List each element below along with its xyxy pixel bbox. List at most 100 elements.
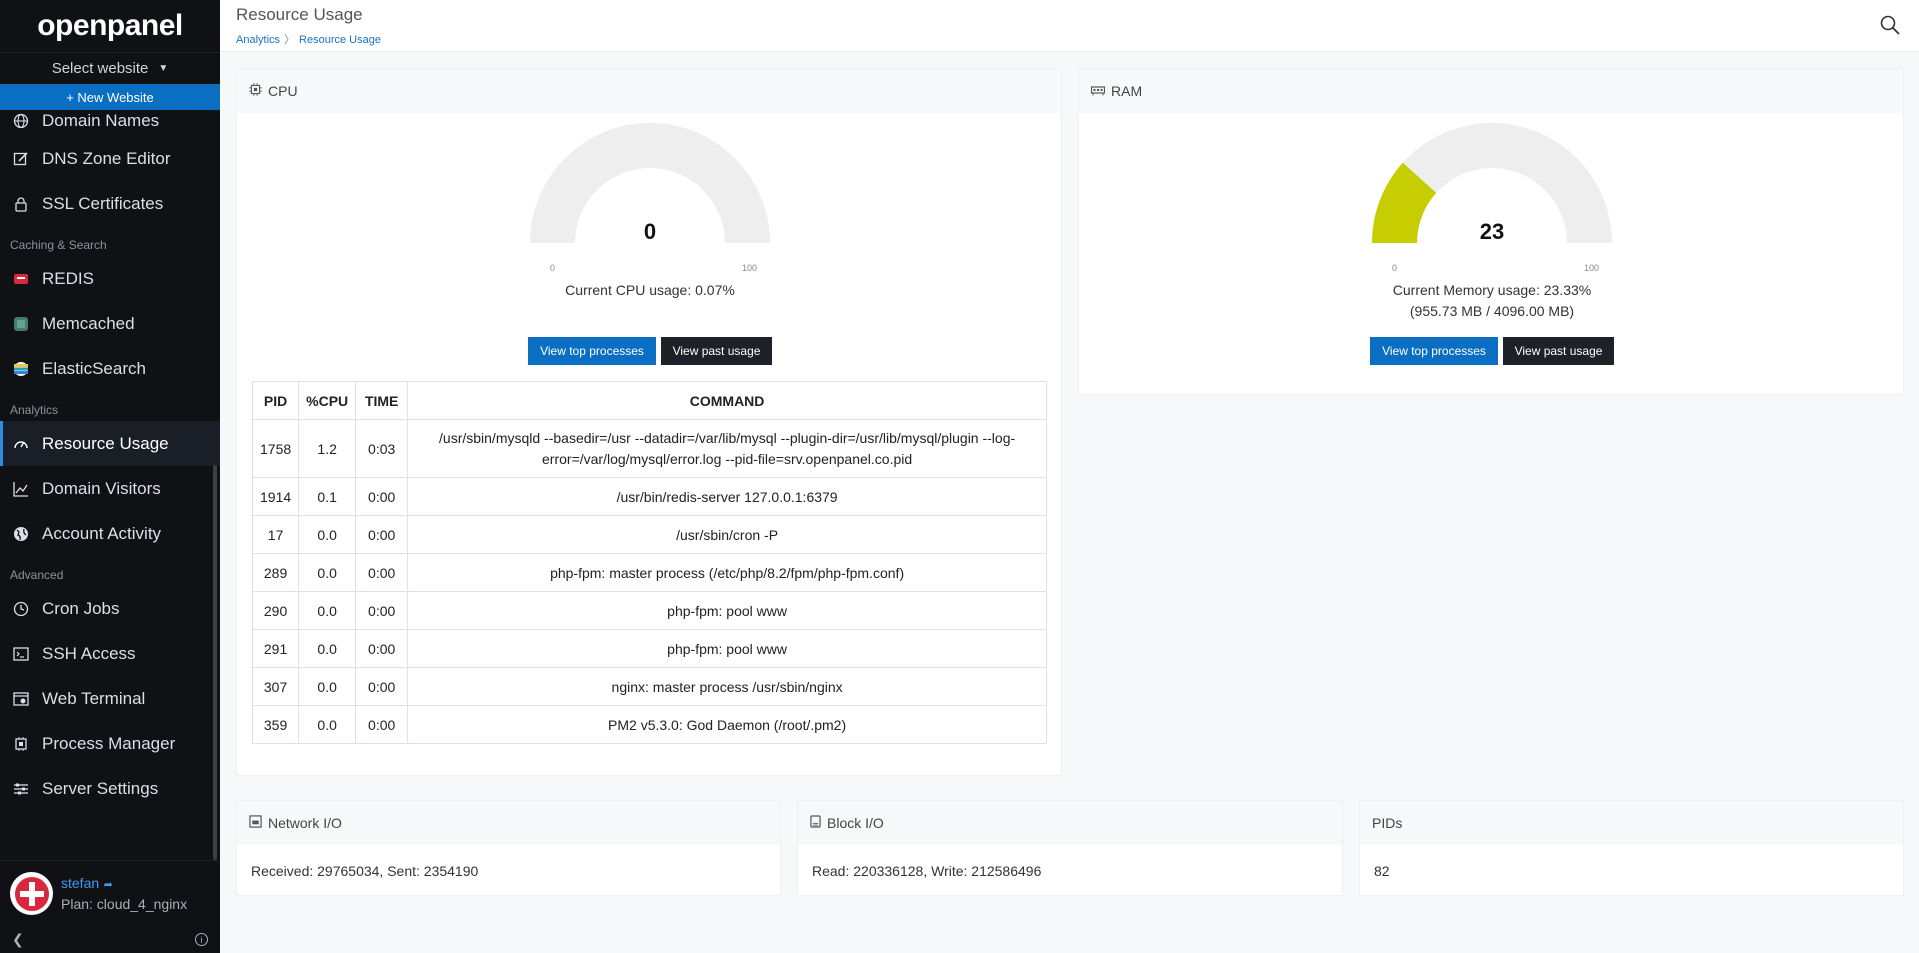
- ram-gauge-value: 23: [1479, 219, 1505, 244]
- sidebar-item-label: ElasticSearch: [42, 358, 146, 378]
- pids-title: PIDs: [1372, 815, 1403, 831]
- sidebar-item-server-settings[interactable]: Server Settings: [0, 766, 220, 811]
- sidebar-item-label: Account Activity: [42, 523, 162, 543]
- block-io-title: Block I/O: [827, 815, 884, 831]
- ram-view-past-usage-button[interactable]: View past usage: [1503, 337, 1614, 365]
- ram-card: RAM 23 0 100 Current Memory usage: 23.33…: [1078, 68, 1904, 395]
- cpu-gauge-max: 100: [742, 263, 758, 273]
- pids-card: PIDs 82: [1359, 800, 1904, 896]
- cell-time: 0:03: [355, 419, 409, 478]
- globe-icon: [12, 112, 30, 130]
- sidebar-item-label: Server Settings: [42, 778, 159, 798]
- cell-command: nginx: master process /usr/sbin/nginx: [407, 667, 1047, 706]
- section-analytics: Analytics: [10, 403, 59, 417]
- chart-line-icon: [12, 480, 30, 498]
- sidebar-item-memcached[interactable]: Memcached: [0, 301, 220, 346]
- select-website-label: Select website: [51, 60, 149, 77]
- cell-command: /usr/bin/redis-server 127.0.0.1:6379: [407, 477, 1047, 516]
- cell-command: php-fpm: pool www: [407, 591, 1047, 630]
- redis-icon: [12, 270, 30, 288]
- logout-icon[interactable]: ➦: [104, 879, 113, 891]
- table-row: 291 0.0 0:00 php-fpm: pool www: [251, 629, 1047, 668]
- block-io-value: Read: 220336128, Write: 212586496: [812, 863, 1042, 879]
- edit-icon: [12, 150, 30, 168]
- cell-pid: 1758: [251, 419, 300, 478]
- cpu-gauge: 0 0 100: [530, 123, 770, 273]
- sidebar-item-label: Memcached: [42, 313, 135, 333]
- sidebar-item-process-manager[interactable]: Process Manager: [0, 721, 220, 766]
- network-io-title: Network I/O: [268, 815, 342, 831]
- brand-logo[interactable]: openpanel: [0, 0, 220, 52]
- cell-pid: 307: [251, 667, 300, 706]
- cell-cpu: 0.0: [298, 553, 357, 592]
- sliders-icon: [12, 780, 30, 798]
- sidebar-item-domain-visitors[interactable]: Domain Visitors: [0, 466, 220, 511]
- cpu-gauge-min: 0: [550, 263, 556, 273]
- ram-view-top-processes-button[interactable]: View top processes: [1370, 337, 1498, 365]
- terminal-icon: [12, 645, 30, 663]
- cell-cpu: 0.0: [298, 515, 357, 554]
- sidebar-footer: ❮ i: [0, 926, 220, 953]
- cell-time: 0:00: [355, 591, 409, 630]
- cpu-usage-text: Current CPU usage: 0.07%: [565, 282, 735, 298]
- cpu-view-top-processes-button[interactable]: View top processes: [528, 337, 656, 365]
- sidebar-item-account-activity[interactable]: Account Activity: [0, 511, 220, 556]
- info-icon[interactable]: i: [195, 933, 208, 946]
- user-plan: Plan: cloud_4_nginx: [61, 896, 188, 912]
- cpu-view-past-usage-button[interactable]: View past usage: [661, 337, 772, 365]
- collapse-sidebar-icon[interactable]: ❮: [12, 931, 24, 948]
- sidebar-item-label: DNS Zone Editor: [42, 148, 171, 168]
- breadcrumb-analytics[interactable]: Analytics: [236, 34, 280, 46]
- gauge-icon: [12, 435, 30, 453]
- pids-value: 82: [1374, 863, 1390, 879]
- breadcrumb: Analytics 〉 Resource Usage: [236, 31, 381, 47]
- table-header-row: PID %CPU TIME COMMAND: [251, 381, 1047, 420]
- cell-pid: 291: [251, 629, 300, 668]
- lock-icon: [12, 195, 30, 213]
- ram-gauge-min: 0: [1392, 263, 1398, 273]
- ram-card-title: RAM: [1111, 83, 1143, 99]
- cell-pid: 289: [251, 553, 300, 592]
- cell-time: 0:00: [355, 705, 409, 744]
- cell-cpu: 0.0: [298, 629, 357, 668]
- sidebar-scrollbar[interactable]: [213, 465, 217, 860]
- cpu-gauge-value: 0: [643, 219, 657, 244]
- col-cpu: %CPU: [298, 381, 357, 420]
- block-io-card: Block I/O Read: 220336128, Write: 212586…: [797, 800, 1343, 896]
- user-profile[interactable]: stefan ➦ Plan: cloud_4_nginx: [0, 860, 220, 926]
- sidebar-item-cron-jobs[interactable]: Cron Jobs: [0, 586, 220, 631]
- search-icon[interactable]: [1879, 14, 1901, 36]
- sidebar-item-domain-names[interactable]: Domain Names: [0, 106, 220, 136]
- section-caching-search: Caching & Search: [10, 238, 107, 252]
- chevron-down-icon: ▼: [158, 63, 169, 74]
- sidebar: openpanel Select website ▼ + New Website…: [0, 0, 220, 953]
- cell-time: 0:00: [355, 515, 409, 554]
- cell-time: 0:00: [355, 629, 409, 668]
- col-command: COMMAND: [407, 381, 1047, 420]
- page-title: Resource Usage: [236, 5, 363, 24]
- sidebar-item-web-terminal[interactable]: Web Terminal: [0, 676, 220, 721]
- section-advanced: Advanced: [10, 568, 64, 582]
- header: Resource Usage Analytics 〉 Resource Usage: [220, 0, 1919, 52]
- sidebar-item-dns-zone-editor[interactable]: DNS Zone Editor: [0, 136, 220, 181]
- sidebar-item-redis[interactable]: REDIS: [0, 256, 220, 301]
- ram-usage-text: Current Memory usage: 23.33% (955.73 MB …: [1079, 280, 1905, 322]
- sidebar-item-ssh-access[interactable]: SSH Access: [0, 631, 220, 676]
- sidebar-item-elasticsearch[interactable]: ElasticSearch: [0, 346, 220, 391]
- cell-pid: 290: [251, 591, 300, 630]
- sidebar-item-resource-usage[interactable]: Resource Usage: [0, 421, 220, 466]
- block-io-header: Block I/O: [798, 801, 1342, 845]
- sidebar-nav: Domain Names DNS Zone Editor SSL Certifi…: [0, 106, 220, 811]
- cell-cpu: 0.1: [298, 477, 357, 516]
- select-website-dropdown[interactable]: Select website ▼: [0, 52, 220, 84]
- cell-command: /usr/sbin/mysqld --basedir=/usr --datadi…: [407, 419, 1047, 478]
- breadcrumb-resource-usage[interactable]: Resource Usage: [299, 34, 381, 46]
- user-name[interactable]: stefan: [61, 875, 99, 891]
- sidebar-item-label: Web Terminal: [42, 688, 146, 708]
- sidebar-item-label: SSH Access: [42, 643, 136, 663]
- sidebar-item-ssl-certificates[interactable]: SSL Certificates: [0, 181, 220, 226]
- avatar[interactable]: [10, 872, 53, 915]
- disk-icon: [810, 815, 821, 831]
- pids-header: PIDs: [1360, 801, 1903, 845]
- cell-command: PM2 v5.3.0: God Daemon (/root/.pm2): [407, 705, 1047, 744]
